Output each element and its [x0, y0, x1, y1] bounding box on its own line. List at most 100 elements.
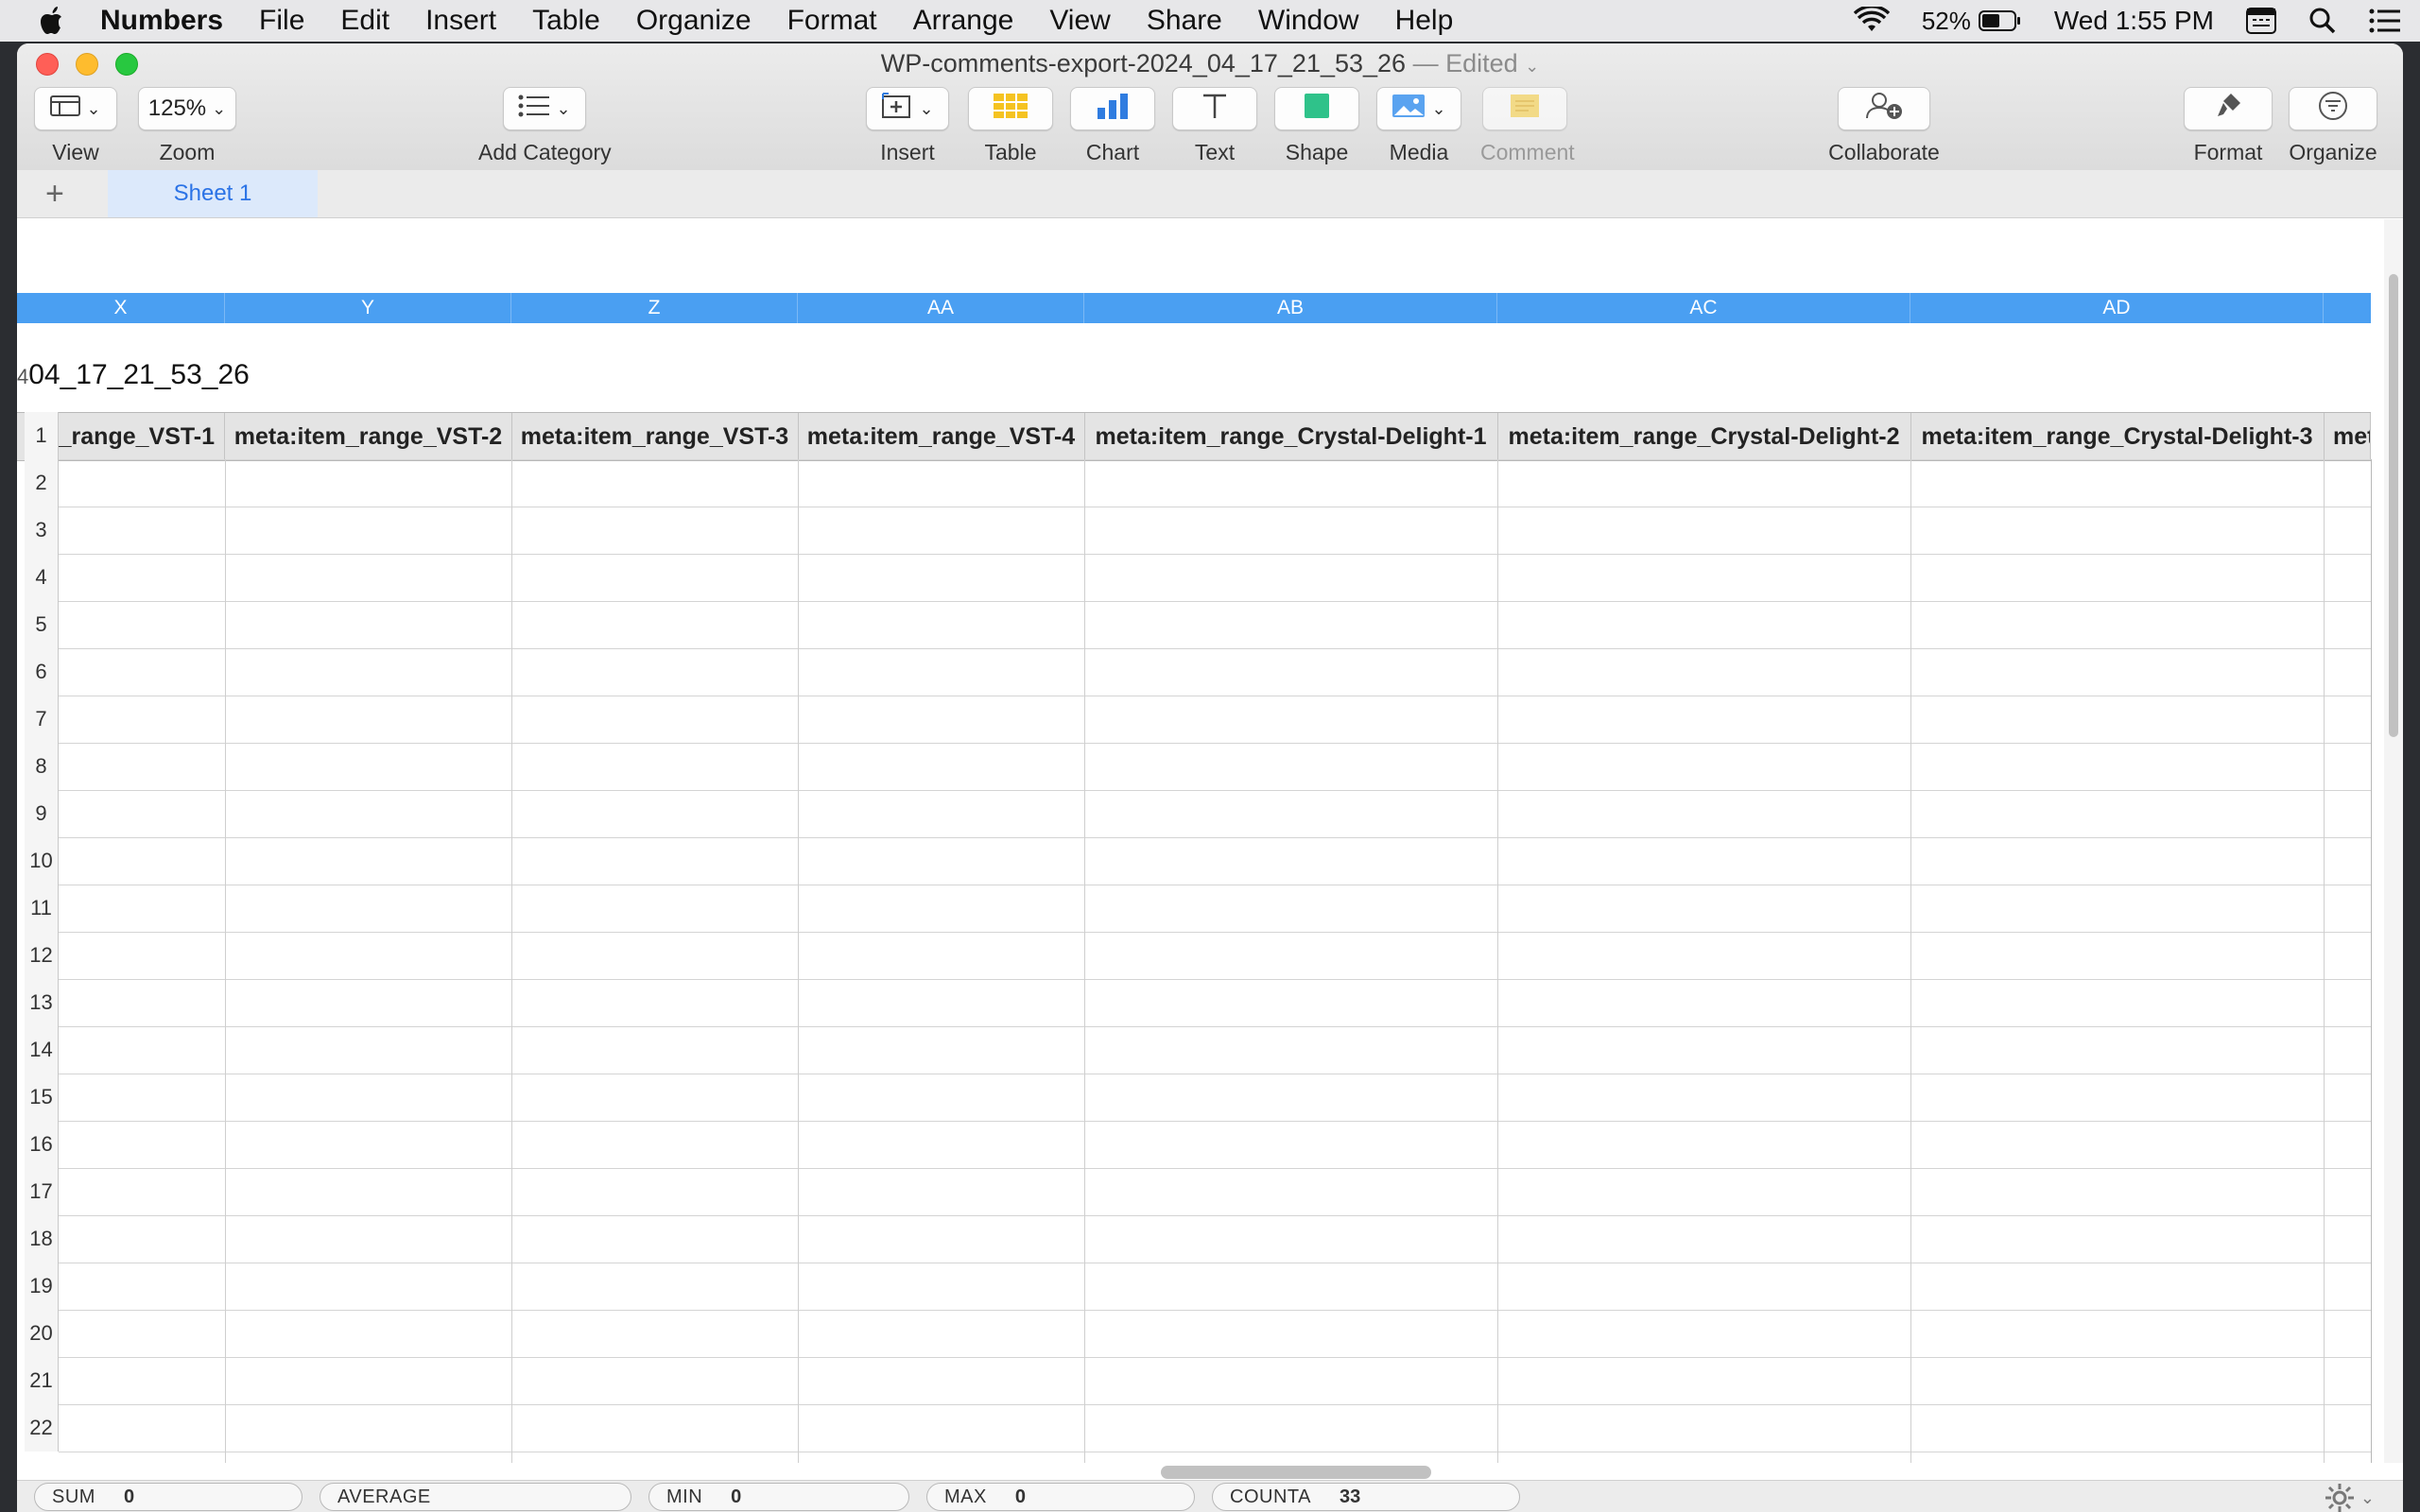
view-tool[interactable]: ⌄ View: [34, 87, 117, 165]
gear-icon[interactable]: ⌄: [2323, 1481, 2375, 1512]
organize-button[interactable]: [2289, 87, 2377, 130]
collaborate-tool[interactable]: Collaborate: [1823, 87, 1945, 165]
zoom-select[interactable]: 125% ⌄: [138, 87, 236, 130]
menu-arrange[interactable]: Arrange: [913, 5, 1014, 37]
table-tool[interactable]: Table: [968, 87, 1053, 165]
search-icon[interactable]: [2308, 7, 2337, 35]
menu-format[interactable]: Format: [787, 5, 877, 37]
header-cell[interactable]: meta:item_range_VST-3: [511, 413, 799, 460]
document-name[interactable]: WP-comments-export-2024_04_17_21_53_26: [881, 49, 1406, 77]
header-cell[interactable]: met: [2324, 413, 2371, 460]
row-number[interactable]: 7: [25, 696, 59, 743]
vertical-scrollbar[interactable]: [2384, 219, 2403, 1463]
row-number[interactable]: 16: [25, 1121, 59, 1168]
column-header-y[interactable]: Y: [225, 293, 511, 323]
row-number[interactable]: 14: [25, 1026, 59, 1074]
row-number[interactable]: 4: [25, 554, 59, 601]
column-header-aa[interactable]: AA: [798, 293, 1084, 323]
comment-tool[interactable]: Comment: [1480, 87, 1575, 165]
menu-edit[interactable]: Edit: [340, 5, 389, 37]
chevron-down-icon[interactable]: ⌄: [1525, 57, 1539, 76]
header-cell[interactable]: _range_VST-1: [59, 413, 225, 460]
menu-help[interactable]: Help: [1395, 5, 1454, 37]
column-header-ab[interactable]: AB: [1084, 293, 1497, 323]
header-cell[interactable]: meta:item_range_Crystal-Delight-1: [1084, 413, 1498, 460]
add-category-tool[interactable]: ⌄ Add Category: [478, 87, 612, 165]
spreadsheet-canvas[interactable]: X Y Z AA AB AC AD 404_17_21_53_26 _range…: [17, 219, 2384, 1463]
row-number[interactable]: 5: [25, 601, 59, 648]
row-number[interactable]: 2: [25, 459, 59, 507]
collaborate-button[interactable]: [1838, 87, 1930, 130]
row-number[interactable]: 17: [25, 1168, 59, 1215]
list-icon[interactable]: [2369, 9, 2401, 33]
chart-tool[interactable]: Chart: [1070, 87, 1155, 165]
format-tool[interactable]: Format: [2184, 87, 2273, 165]
menu-view[interactable]: View: [1049, 5, 1110, 37]
menu-file[interactable]: File: [259, 5, 304, 37]
table-button[interactable]: [968, 87, 1053, 130]
row-number[interactable]: 19: [25, 1263, 59, 1310]
header-cell[interactable]: meta:item_range_Crystal-Delight-3: [1910, 413, 2325, 460]
row-number[interactable]: 8: [25, 743, 59, 790]
add-sheet-button[interactable]: +: [45, 176, 64, 213]
comment-label: Comment: [1480, 140, 1575, 164]
row-number[interactable]: 18: [25, 1215, 59, 1263]
row-number[interactable]: 1: [25, 412, 59, 459]
view-button[interactable]: ⌄: [34, 87, 117, 130]
vertical-scrollbar-thumb[interactable]: [2389, 274, 2398, 737]
header-cell[interactable]: meta:item_range_VST-4: [798, 413, 1085, 460]
menu-window[interactable]: Window: [1258, 5, 1359, 37]
shape-button[interactable]: [1274, 87, 1359, 130]
menu-app-name[interactable]: Numbers: [100, 5, 223, 37]
apple-icon[interactable]: [34, 2, 72, 40]
row-number[interactable]: 12: [25, 932, 59, 979]
sheet-tabs-bar: + Sheet 1: [17, 170, 2403, 218]
average-summary[interactable]: AVERAGE: [320, 1483, 631, 1511]
row-number[interactable]: 20: [25, 1310, 59, 1357]
organize-tool[interactable]: Organize: [2286, 87, 2380, 165]
chart-button[interactable]: [1070, 87, 1155, 130]
horizontal-scrollbar-thumb[interactable]: [1161, 1466, 1431, 1479]
tab-sheet-1[interactable]: Sheet 1: [108, 170, 318, 217]
format-button[interactable]: [2184, 87, 2273, 130]
sum-summary[interactable]: SUM 0: [34, 1483, 302, 1511]
add-category-button[interactable]: ⌄: [503, 87, 586, 130]
header-cell[interactable]: meta:item_range_VST-2: [225, 413, 512, 460]
insert-tool[interactable]: ⌄ Insert: [866, 87, 949, 165]
menu-organize[interactable]: Organize: [636, 5, 752, 37]
wifi-icon[interactable]: [1853, 7, 1890, 35]
min-summary[interactable]: MIN 0: [648, 1483, 909, 1511]
row-number[interactable]: 6: [25, 648, 59, 696]
row-number[interactable]: 10: [25, 837, 59, 885]
text-tool[interactable]: Text: [1172, 87, 1257, 165]
menu-share[interactable]: Share: [1147, 5, 1222, 37]
media-button[interactable]: ⌄: [1376, 87, 1461, 130]
row-number[interactable]: 21: [25, 1357, 59, 1404]
shape-tool[interactable]: Shape: [1274, 87, 1359, 165]
menu-insert[interactable]: Insert: [425, 5, 496, 37]
menu-table[interactable]: Table: [532, 5, 600, 37]
row-number[interactable]: 9: [25, 790, 59, 837]
row-number[interactable]: 15: [25, 1074, 59, 1121]
row-number[interactable]: 11: [25, 885, 59, 932]
header-cell[interactable]: meta:item_range_Crystal-Delight-2: [1497, 413, 1911, 460]
row-number[interactable]: 3: [25, 507, 59, 554]
counta-summary[interactable]: COUNTA 33: [1212, 1483, 1520, 1511]
edited-status[interactable]: — Edited: [1413, 49, 1518, 77]
insert-button[interactable]: ⌄: [866, 87, 949, 130]
comment-button[interactable]: [1482, 87, 1567, 130]
column-header-ac[interactable]: AC: [1497, 293, 1910, 323]
zoom-tool[interactable]: 125% ⌄ Zoom: [138, 87, 236, 165]
column-header-ad[interactable]: AD: [1910, 293, 2324, 323]
column-header-x[interactable]: X: [17, 293, 225, 323]
battery-icon[interactable]: [1978, 9, 2022, 32]
row-number[interactable]: 22: [25, 1404, 59, 1452]
keyboard-icon[interactable]: [2246, 8, 2276, 34]
media-tool[interactable]: ⌄ Media: [1376, 87, 1461, 165]
row-number[interactable]: 13: [25, 979, 59, 1026]
table-title[interactable]: 404_17_21_53_26: [17, 359, 250, 391]
max-summary[interactable]: MAX 0: [926, 1483, 1195, 1511]
clock[interactable]: Wed 1:55 PM: [2054, 6, 2214, 36]
text-button[interactable]: [1172, 87, 1257, 130]
column-header-z[interactable]: Z: [511, 293, 798, 323]
